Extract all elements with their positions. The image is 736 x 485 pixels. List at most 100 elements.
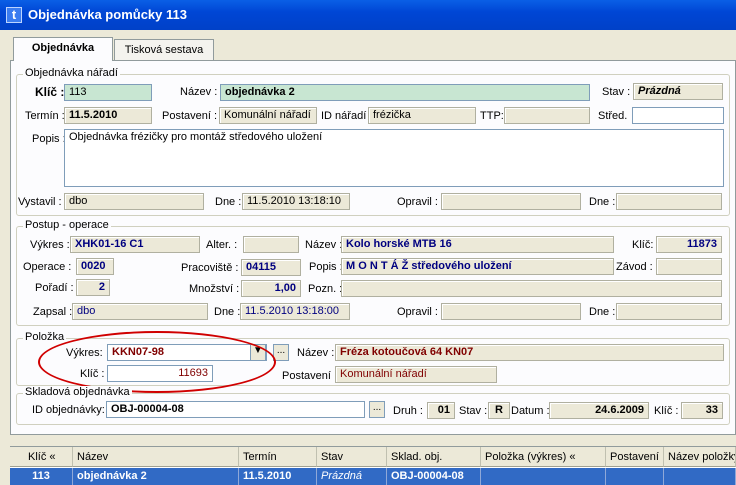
proc-date-label: Dne : [214,306,241,318]
window-title: Objednávka pomůcky 113 [28,7,187,22]
cell-item-drawing [481,468,606,485]
proc-alter-label: Alter. : [206,239,238,251]
proc-note-field[interactable] [341,280,722,297]
order-date2-label: Dne : [589,196,616,208]
proc-written-label: Zapsal : [33,306,73,318]
item-key-label: Klíč : [80,368,105,380]
procedure-group-title: Postup - operace [23,219,111,231]
wh-id-field[interactable]: OBJ-00004-08 [106,401,365,418]
proc-qty-label: Množství : [189,283,240,295]
col-header-warehouse-order[interactable]: Sklad. obj. [387,447,481,467]
order-ttp-field[interactable] [504,107,590,124]
proc-desc-label: Popis : [309,261,343,273]
item-placement-field[interactable]: Komunální nářadí [335,366,497,383]
proc-operation-label: Operace : [23,261,72,273]
col-header-placement[interactable]: Postavení [606,447,664,467]
proc-order-field[interactable]: 2 [76,279,110,296]
wh-kind-field[interactable]: 01 [427,402,455,419]
proc-name-field[interactable]: Kolo horské MTB 16 [341,236,614,253]
proc-qty-field[interactable]: 1,00 [241,280,301,297]
order-state-field[interactable]: Prázdná [633,83,723,100]
order-issued-field[interactable]: dbo [64,193,204,210]
wh-state-field[interactable]: R [488,402,510,419]
cell-item-name [664,468,736,485]
app-icon: t [6,7,22,23]
proc-plant-field[interactable] [656,258,722,275]
wh-date-field[interactable]: 24.6.2009 [549,402,649,419]
cell-state: Prázdná [317,468,387,485]
proc-corrected-label: Opravil : [397,306,438,318]
order-corrected-field[interactable] [441,193,581,210]
proc-plant-label: Závod : [616,261,653,273]
proc-written-field[interactable]: dbo [72,303,208,320]
order-center-label: Střed. [598,110,628,122]
order-date-label: Dne : [215,196,242,208]
order-state-label: Stav : [602,86,631,98]
wh-kind-label: Druh : [393,405,423,417]
order-placement-label: Postavení : [162,110,218,122]
order-name-field[interactable]: objednávka 2 [220,84,590,101]
wh-id-browse-button[interactable]: ... [369,401,385,418]
proc-corrected-field[interactable] [441,303,581,320]
chevron-down-icon: ▼ [253,345,263,356]
orders-table: Klíč « Název Termín Stav Sklad. obj. Pol… [10,446,736,485]
item-key-field[interactable]: 11693 [107,365,213,382]
item-drawing-browse-button[interactable]: ... [273,344,289,361]
proc-workplace-field[interactable]: 04115 [241,259,301,276]
order-term-field[interactable]: 11.5.2010 [64,107,152,124]
order-desc-field[interactable]: Objednávka frézičky pro montáž středovéh… [64,129,724,187]
order-term-label: Termín : [25,110,65,122]
wh-id-label: ID objednávky: [32,404,105,416]
col-header-key[interactable]: Klíč « [10,447,73,467]
item-drawing-combo[interactable]: KKN07-98 [107,344,267,361]
item-group-title: Položka [23,331,67,343]
item-drawing-label: Výkres: [66,347,103,359]
order-corrected-label: Opravil : [397,196,438,208]
order-name-label: Název : [180,86,218,98]
item-placement-label: Postavení : [282,370,338,382]
order-placement-field[interactable]: Komunální nářadí [219,107,317,124]
col-header-name[interactable]: Název [73,447,239,467]
proc-note-label: Pozn. : [308,283,343,295]
tab-objednavka[interactable]: Objednávka [13,37,113,61]
proc-key-label: Klíč: [632,239,654,251]
tab-tiskova-sestava[interactable]: Tisková sestava [114,39,214,61]
proc-workplace-label: Pracoviště : [181,262,239,274]
proc-date-field[interactable]: 11.5.2010 13:18:00 [240,303,350,320]
col-header-term[interactable]: Termín [239,447,317,467]
proc-order-label: Pořadí : [35,282,74,294]
cell-name: objednávka 2 [73,468,239,485]
wh-state-label: Stav : [459,405,488,417]
wh-key-field[interactable]: 33 [681,402,723,419]
col-header-item-name[interactable]: Název položky [664,447,736,467]
proc-drawing-label: Výkres : [30,239,70,251]
order-date-field[interactable]: 11.5.2010 13:18:10 [242,193,350,210]
order-tool-id-label: ID nářadí : [321,110,373,122]
proc-desc-field[interactable]: M O N T Á Ž středového uložení [341,258,614,275]
order-key-label: Klíč : [35,85,65,99]
col-header-item-drawing[interactable]: Položka (výkres) « [481,447,606,467]
item-name-label: Název : [297,347,335,359]
order-center-field[interactable] [632,107,724,124]
wh-key-label: Klíč : [654,405,679,417]
proc-drawing-field[interactable]: XHK01-16 C1 [70,236,200,253]
proc-date2-field[interactable] [616,303,722,320]
cell-warehouse-order: OBJ-00004-08 [387,468,481,485]
cell-term: 11.5.2010 [239,468,317,485]
order-key-field[interactable]: 113 [64,84,152,101]
cell-key: 113 [10,468,73,485]
proc-key-field[interactable]: 11873 [656,236,722,253]
item-drawing-dropdown-button[interactable]: ▼ [250,344,266,361]
order-tool-id-field[interactable]: frézička [368,107,476,124]
table-row[interactable]: 113 objednávka 2 11.5.2010 Prázdná OBJ-0… [10,468,736,485]
proc-alter-field[interactable] [243,236,299,253]
col-header-state[interactable]: Stav [317,447,387,467]
proc-operation-field[interactable]: 0020 [76,258,114,275]
item-name-field[interactable]: Fréza kotoučová 64 KN07 [335,344,724,361]
order-desc-label: Popis : [32,133,66,145]
wh-date-label: Datum : [511,405,550,417]
order-group-title: Objednávka nářadí [23,67,120,79]
order-issued-label: Vystavil : [18,196,62,208]
warehouse-group-title: Skladová objednávka [23,386,132,398]
order-date2-field[interactable] [616,193,722,210]
